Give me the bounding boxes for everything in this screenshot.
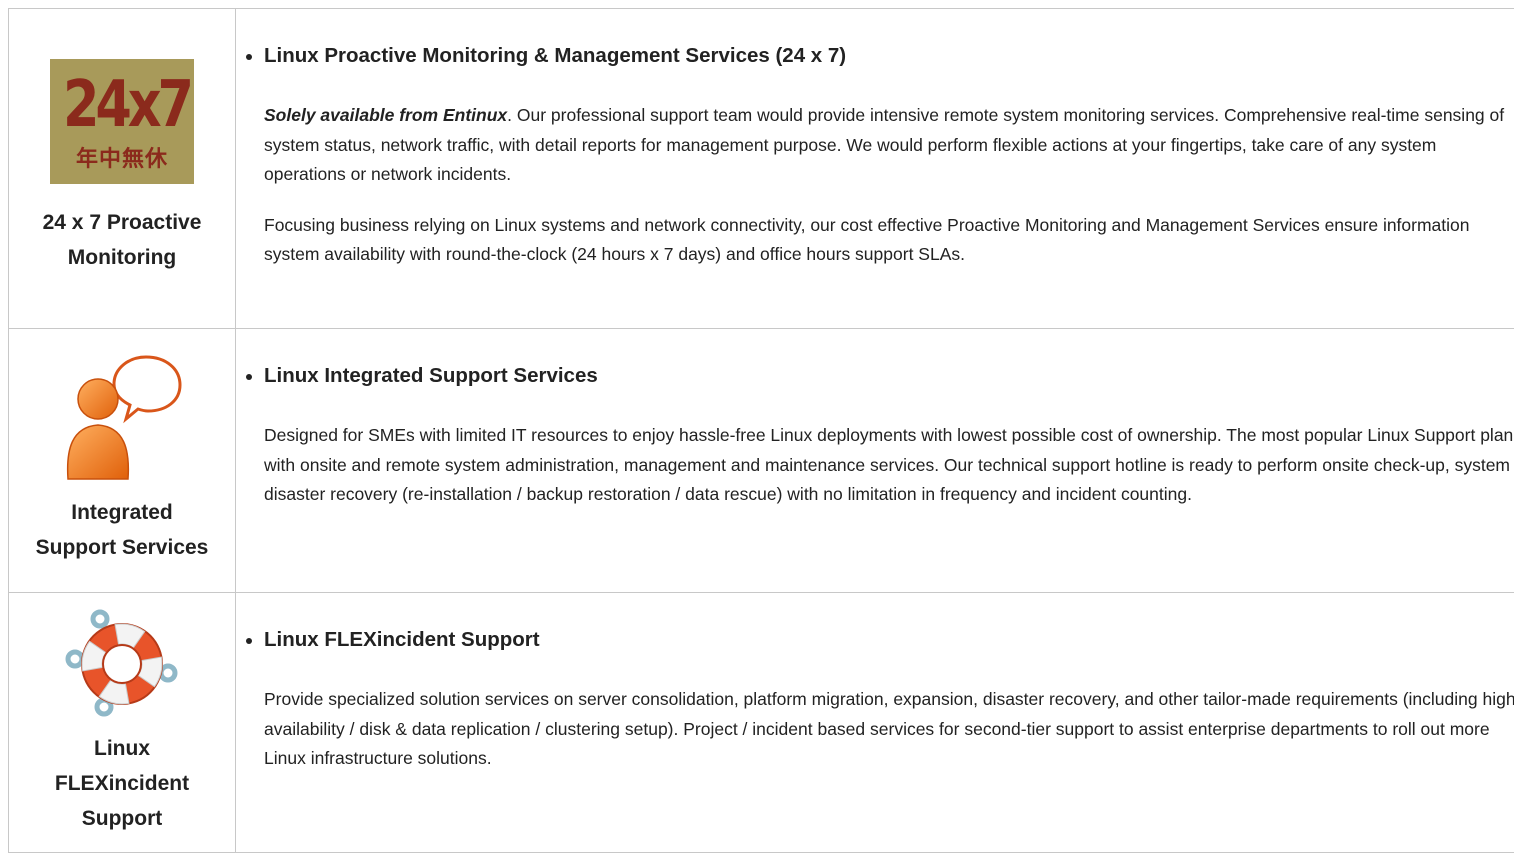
service-title-text: Linux Integrated Support Services <box>264 364 598 387</box>
service-caption: Linux FLEXincident Support <box>9 731 235 836</box>
caption-line: 24 x 7 Proactive <box>43 211 202 234</box>
service-title: Linux Proactive Monitoring & Management … <box>236 43 1514 69</box>
service-title: Linux Integrated Support Services <box>236 363 1514 389</box>
service-icon-cell: 24x7 年中無休 24 x 7 Proactive Monitoring <box>9 9 236 329</box>
service-caption: Integrated Support Services <box>9 495 235 565</box>
caption-line: Integrated <box>71 501 173 524</box>
caption-line: Support <box>82 807 162 830</box>
support-person-speech-icon <box>62 353 182 483</box>
service-description-cell: Linux Integrated Support Services Design… <box>236 329 1514 593</box>
service-paragraph: Provide specialized solution services on… <box>236 685 1514 774</box>
lifebuoy-icon <box>64 609 180 721</box>
service-row-flexincident: Linux FLEXincident Support Linux FLEXinc… <box>9 593 1514 853</box>
caption-line: Linux <box>94 737 150 760</box>
service-icon-cell: Linux FLEXincident Support <box>9 593 236 853</box>
service-icon-cell: Integrated Support Services <box>9 329 236 593</box>
services-table: 24x7 年中無休 24 x 7 Proactive Monitoring Li… <box>8 8 1514 853</box>
service-title-text: Linux FLEXincident Support <box>264 628 540 651</box>
bullet-icon <box>246 54 252 60</box>
service-paragraph: Solely available from Entinux. Our profe… <box>236 101 1514 190</box>
service-description-cell: Linux Proactive Monitoring & Management … <box>236 9 1514 329</box>
service-caption: 24 x 7 Proactive Monitoring <box>9 205 235 275</box>
service-row-monitoring: 24x7 年中無休 24 x 7 Proactive Monitoring Li… <box>9 9 1514 329</box>
service-paragraph: Designed for SMEs with limited IT resour… <box>236 421 1514 510</box>
exclusive-lead-text: Solely available from Entinux <box>264 105 507 125</box>
caption-line: Support Services <box>36 536 209 559</box>
bullet-icon <box>246 374 252 380</box>
service-row-integrated: Integrated Support Services Linux Integr… <box>9 329 1514 593</box>
service-title-text: Linux Proactive Monitoring & Management … <box>264 44 846 67</box>
service-title: Linux FLEXincident Support <box>236 627 1514 653</box>
caption-line: FLEXincident <box>55 772 189 795</box>
service-paragraph: Focusing business relying on Linux syste… <box>236 211 1514 270</box>
caption-line: Monitoring <box>68 246 176 269</box>
badge-sub-text: 年中無休 <box>50 145 194 175</box>
24x7-badge-icon: 24x7 年中無休 <box>50 59 194 184</box>
bullet-icon <box>246 638 252 644</box>
badge-big-text: 24x7 <box>63 63 181 147</box>
service-description-cell: Linux FLEXincident Support Provide speci… <box>236 593 1514 853</box>
